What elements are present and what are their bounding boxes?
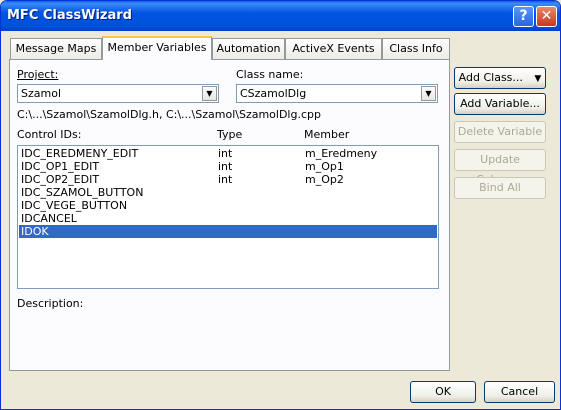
description-label: Description: <box>17 297 84 310</box>
class-name-value: CSzamolDlg <box>240 87 307 100</box>
help-button[interactable]: ? <box>513 6 534 27</box>
tab-member-variables[interactable]: Member Variables <box>102 36 212 60</box>
delete-variable-button[interactable]: Delete Variable <box>454 121 546 143</box>
project-label: Project: <box>17 68 59 81</box>
question-icon: ? <box>519 8 528 24</box>
classwizard-window: MFC ClassWizard ? ✕ Message Maps Member … <box>0 0 561 410</box>
type-header: Type <box>217 128 243 141</box>
control-ids-header: Control IDs: <box>17 128 82 141</box>
add-class-button[interactable]: Add Class... ▼ <box>454 67 546 89</box>
ok-button[interactable]: OK <box>410 381 476 403</box>
update-columns-button[interactable]: Update Columns <box>454 149 546 186</box>
project-combobox[interactable]: Szamol ▼ <box>17 84 219 103</box>
chevron-down-icon[interactable]: ▼ <box>202 86 217 101</box>
project-value: Szamol <box>21 87 61 100</box>
chevron-down-icon: ▼ <box>534 74 542 84</box>
window-title: MFC ClassWizard <box>7 8 132 23</box>
tab-automation[interactable]: Automation <box>212 38 285 59</box>
bind-all-button[interactable]: Bind All <box>454 177 546 199</box>
add-variable-button[interactable]: Add Variable... <box>454 93 546 115</box>
member-header: Member <box>304 128 350 141</box>
list-item[interactable]: IDC_SZAMOL_BUTTON <box>19 186 437 199</box>
control-ids-list[interactable]: IDC_EREDMENY_EDIT int m_Eredmeny IDC_OP1… <box>17 145 439 289</box>
close-icon: ✕ <box>540 8 553 24</box>
file-path: C:\...\Szamol\SzamolDlg.h, C:\...\Szamol… <box>17 108 321 121</box>
list-item[interactable]: IDCANCEL <box>19 212 437 225</box>
tab-class-info[interactable]: Class Info <box>382 38 450 59</box>
tab-activex-events[interactable]: ActiveX Events <box>285 38 382 59</box>
list-item[interactable]: IDC_VEGE_BUTTON <box>19 199 437 212</box>
tab-message-maps[interactable]: Message Maps <box>10 38 102 59</box>
chevron-down-icon[interactable]: ▼ <box>421 86 436 101</box>
list-item[interactable]: IDC_OP2_EDIT int m_Op2 <box>19 173 437 186</box>
class-name-combobox[interactable]: CSzamolDlg ▼ <box>236 84 438 103</box>
close-button[interactable]: ✕ <box>536 6 557 27</box>
class-name-label: Class name: <box>236 68 304 81</box>
list-item-selected[interactable]: IDOK <box>19 225 437 238</box>
title-bar[interactable]: MFC ClassWizard ? ✕ <box>1 1 560 31</box>
cancel-button[interactable]: Cancel <box>484 381 555 403</box>
list-item[interactable]: IDC_OP1_EDIT int m_Op1 <box>19 160 437 173</box>
list-item[interactable]: IDC_EREDMENY_EDIT int m_Eredmeny <box>19 147 437 160</box>
